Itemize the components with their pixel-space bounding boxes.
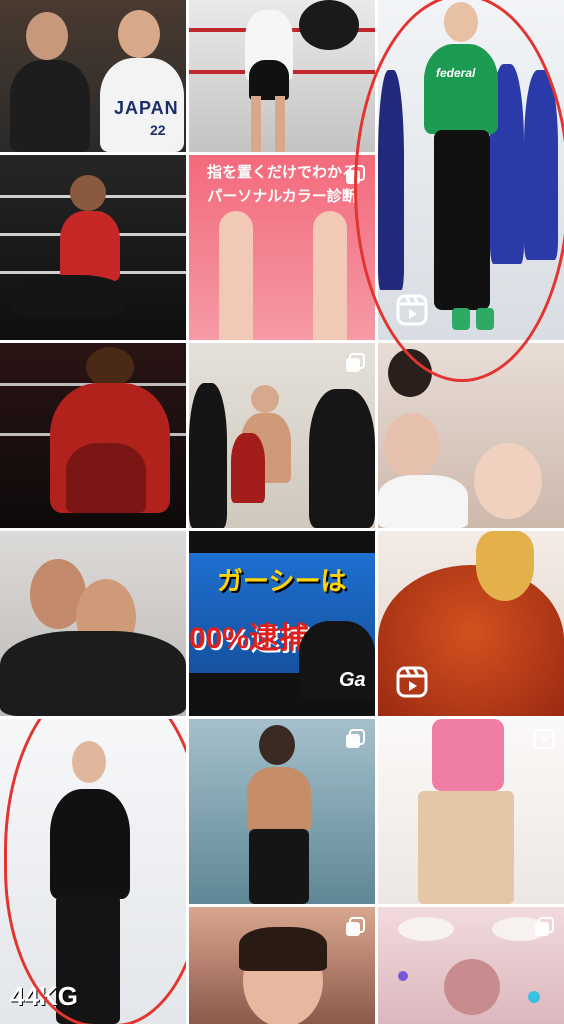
post-tile[interactable] <box>189 719 375 904</box>
caption-line-2: パーソナルカラー診断 <box>207 188 357 205</box>
profile-post-grid: JAPAN 22 federal 指を置くだけでわかる パーソナルカラー診断 ガ… <box>0 0 564 1024</box>
jersey-number: 22 <box>150 122 166 138</box>
headline-line-2: 00%逮捕 <box>189 622 310 655</box>
post-tile[interactable] <box>378 531 564 716</box>
post-tile[interactable] <box>0 343 186 528</box>
post-tile[interactable] <box>378 343 564 528</box>
reels-icon <box>396 666 428 698</box>
post-tile[interactable]: JAPAN 22 <box>0 0 186 152</box>
post-tile[interactable] <box>378 719 564 904</box>
carousel-icon <box>346 917 365 936</box>
weight-caption: 44KG <box>10 981 78 1011</box>
shirt-logo: federal <box>436 66 476 80</box>
post-tile[interactable]: 44KG <box>0 719 186 1024</box>
post-tile[interactable] <box>0 531 186 716</box>
jersey-text: JAPAN <box>114 98 179 118</box>
carousel-icon <box>346 729 365 748</box>
reels-icon <box>534 729 554 749</box>
post-tile[interactable] <box>378 907 564 1024</box>
headline-line-1: ガーシーは <box>217 566 347 596</box>
post-tile[interactable] <box>0 155 186 340</box>
carousel-icon <box>346 165 365 184</box>
post-tile[interactable] <box>189 0 375 152</box>
post-tile[interactable]: federal <box>378 0 564 340</box>
shirt-text: Ga <box>339 669 366 691</box>
post-tile[interactable]: ガーシーは 00%逮捕 Ga <box>189 531 375 716</box>
carousel-icon <box>346 353 365 372</box>
reels-icon <box>396 294 428 326</box>
post-tile[interactable] <box>189 907 375 1024</box>
post-tile[interactable] <box>189 343 375 528</box>
post-tile[interactable]: 指を置くだけでわかる パーソナルカラー診断 <box>189 155 375 340</box>
carousel-icon <box>535 917 554 936</box>
